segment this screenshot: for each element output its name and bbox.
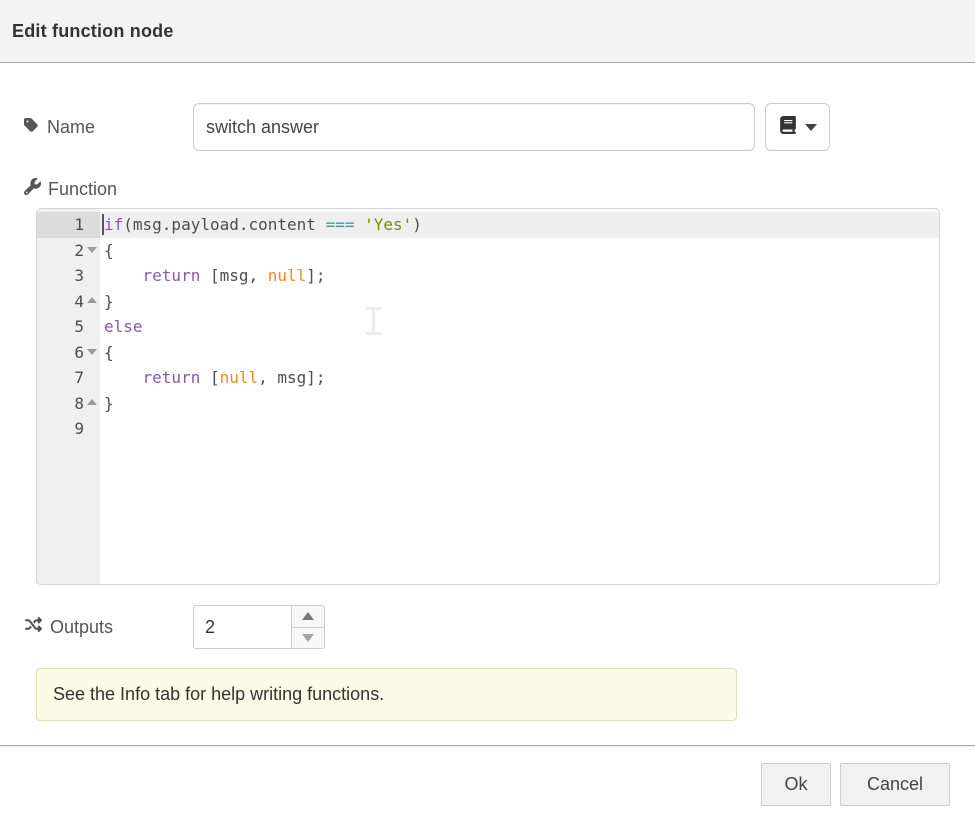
line-number: 6 xyxy=(37,340,100,366)
dialog-title: Edit function node xyxy=(12,21,174,42)
line-number: 5 xyxy=(37,314,100,340)
code-text: } xyxy=(100,289,939,315)
ok-button[interactable]: Ok xyxy=(761,763,831,806)
code-line[interactable]: 7 return [null, msg]; xyxy=(37,365,939,391)
footer-divider xyxy=(0,745,975,746)
spinner-buttons xyxy=(291,606,324,648)
form-tips: See the Info tab for help writing functi… xyxy=(36,668,737,721)
name-input[interactable] xyxy=(193,103,755,151)
wrench-icon xyxy=(24,178,41,200)
outputs-label-text: Outputs xyxy=(50,617,113,638)
spinner-up-button[interactable] xyxy=(292,606,324,628)
code-line[interactable]: 3 return [msg, null]; xyxy=(37,263,939,289)
code-text: if(msg.payload.content === 'Yes') xyxy=(100,212,939,238)
book-icon xyxy=(779,116,797,139)
arrow-down-icon xyxy=(302,634,314,642)
code-text: else xyxy=(100,314,939,340)
line-number: 8 xyxy=(37,391,100,417)
edit-function-node-dialog: Edit function node Name Function 1if(msg… xyxy=(0,0,975,824)
text-ibeam-cursor xyxy=(365,307,382,343)
code-text: { xyxy=(100,238,939,264)
dialog-header: Edit function node xyxy=(0,0,975,63)
code-lines: 1if(msg.payload.content === 'Yes')2{3 re… xyxy=(37,212,939,442)
code-text: return [msg, null]; xyxy=(100,263,939,289)
name-label-text: Name xyxy=(47,117,95,138)
code-line[interactable]: 9 xyxy=(37,416,939,442)
fold-down-icon[interactable] xyxy=(87,349,97,355)
line-number: 9 xyxy=(37,416,100,442)
outputs-input[interactable] xyxy=(194,606,291,648)
fold-down-icon[interactable] xyxy=(87,247,97,253)
code-text: return [null, msg]; xyxy=(100,365,939,391)
code-line[interactable]: 4} xyxy=(37,289,939,315)
line-number: 4 xyxy=(37,289,100,315)
shuffle-icon xyxy=(24,616,43,638)
function-code-editor[interactable]: 1if(msg.payload.content === 'Yes')2{3 re… xyxy=(36,208,940,585)
code-line[interactable]: 5else xyxy=(37,314,939,340)
line-number: 7 xyxy=(37,365,100,391)
function-label-text: Function xyxy=(48,179,117,200)
spinner-down-button[interactable] xyxy=(292,628,324,649)
code-text: { xyxy=(100,340,939,366)
ok-button-label: Ok xyxy=(784,774,807,795)
code-line[interactable]: 2{ xyxy=(37,238,939,264)
line-number: 2 xyxy=(37,238,100,264)
cancel-button-label: Cancel xyxy=(867,774,923,795)
code-line[interactable]: 8} xyxy=(37,391,939,417)
library-button[interactable] xyxy=(765,103,830,151)
caret-down-icon xyxy=(805,124,817,131)
tag-icon xyxy=(24,117,40,138)
fold-up-icon[interactable] xyxy=(87,399,97,405)
code-text: } xyxy=(100,391,939,417)
line-number: 1 xyxy=(37,212,100,238)
code-text xyxy=(100,416,939,442)
fold-up-icon[interactable] xyxy=(87,297,97,303)
editor-caret xyxy=(102,214,104,235)
cancel-button[interactable]: Cancel xyxy=(840,763,950,806)
outputs-label: Outputs xyxy=(24,605,113,649)
arrow-up-icon xyxy=(302,612,314,620)
code-line[interactable]: 6{ xyxy=(37,340,939,366)
name-label: Name xyxy=(24,103,95,151)
code-line[interactable]: 1if(msg.payload.content === 'Yes') xyxy=(37,212,939,238)
outputs-spinner xyxy=(193,605,325,649)
function-label: Function xyxy=(24,176,117,202)
line-number: 3 xyxy=(37,263,100,289)
tips-text: See the Info tab for help writing functi… xyxy=(53,684,384,705)
